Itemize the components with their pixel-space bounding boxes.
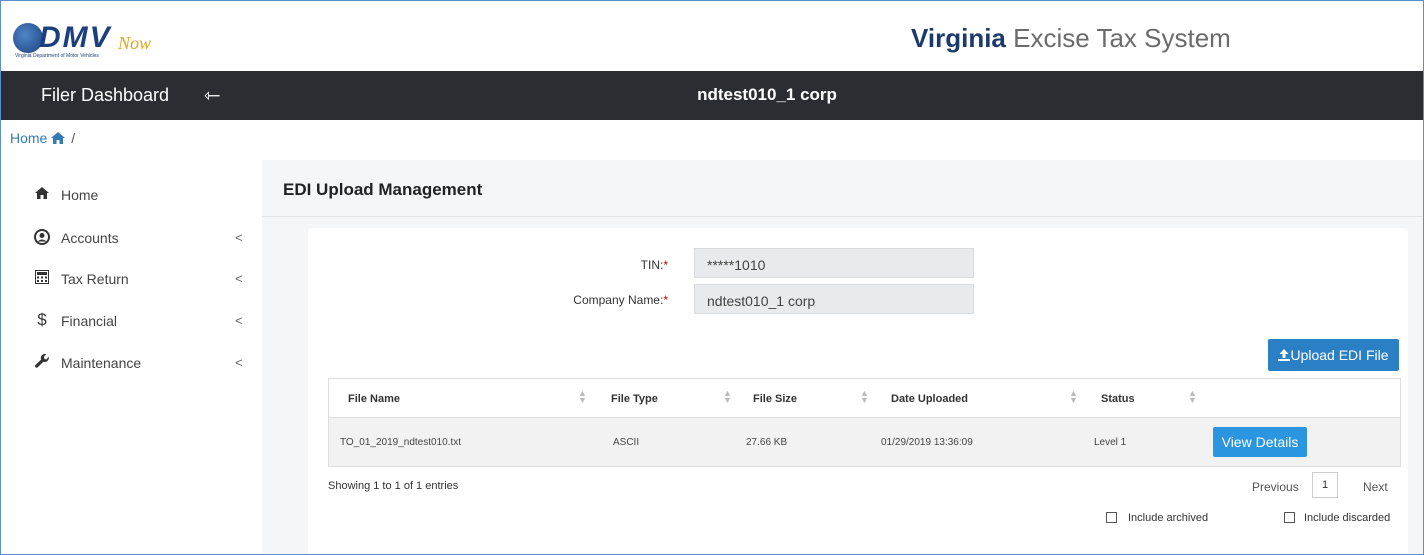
- sidebar-item-label: Accounts: [61, 230, 119, 246]
- sidebar-item-home[interactable]: Home: [1, 175, 261, 215]
- top-header: DMV Now Virginia Department of Motor Veh…: [1, 1, 1423, 71]
- company-name-label-text: Company Name:: [573, 293, 664, 307]
- breadcrumb: Home /: [10, 130, 75, 146]
- chevron-left-icon: <: [235, 230, 243, 245]
- dollar-icon: $: [37, 310, 47, 329]
- include-discarded-checkbox[interactable]: [1284, 512, 1295, 523]
- column-header-file-type[interactable]: File Type: [611, 393, 658, 405]
- company-name-header: ndtest010_1 corp: [697, 85, 837, 104]
- sort-icon[interactable]: ▲ ▼: [1069, 389, 1078, 405]
- column-header-file-name[interactable]: File Name: [348, 393, 400, 405]
- tin-label: TIN:*: [508, 258, 668, 272]
- cell-file-type: ASCII: [613, 437, 640, 448]
- sidebar-item-label: Tax Return: [61, 271, 129, 287]
- breadcrumb-home-label: Home: [10, 130, 48, 146]
- cell-status: Level 1: [1094, 437, 1127, 448]
- sort-icon[interactable]: ▲ ▼: [860, 389, 869, 405]
- logo-brand: DMV: [39, 21, 112, 54]
- cell-file-size: 27.66 KB: [746, 437, 788, 448]
- system-title-rest: Excise Tax System: [1013, 23, 1231, 53]
- chevron-left-icon: <: [235, 355, 243, 370]
- chevron-left-icon: <: [235, 313, 243, 328]
- title-divider: [262, 216, 1423, 217]
- include-discarded-label[interactable]: Include discarded: [1304, 512, 1390, 524]
- chevron-left-icon: <: [235, 271, 243, 286]
- upload-card: TIN:* *****1010 Company Name:* ndtest010…: [308, 228, 1408, 554]
- breadcrumb-home-link[interactable]: Home: [10, 130, 66, 146]
- include-archived-checkbox[interactable]: [1106, 512, 1117, 523]
- company-name-label: Company Name:*: [508, 293, 668, 307]
- app-window: DMV Now Virginia Department of Motor Veh…: [0, 0, 1424, 555]
- sidebar-item-financial[interactable]: $ Financial <: [1, 301, 261, 341]
- logo-subtitle: Virginia Department of Motor Vehicles: [15, 53, 99, 59]
- column-header-date-uploaded[interactable]: Date Uploaded: [891, 393, 968, 405]
- sort-icon[interactable]: ▲ ▼: [578, 389, 587, 405]
- sidebar-item-tax-return[interactable]: Tax Return <: [1, 259, 261, 299]
- table-row: TO_01_2019_ndtest010.txt ASCII 27.66 KB …: [329, 418, 1400, 466]
- view-details-button[interactable]: View Details: [1213, 427, 1307, 457]
- cell-file-name: TO_01_2019_ndtest010.txt: [340, 437, 462, 448]
- required-mark: *: [663, 258, 668, 272]
- tin-field: *****1010: [694, 248, 974, 278]
- sidebar-item-label: Home: [61, 187, 99, 203]
- sidebar-item-label: Maintenance: [61, 355, 142, 371]
- column-header-file-size[interactable]: File Size: [753, 393, 797, 405]
- wrench-icon: [33, 354, 51, 374]
- entries-info: Showing 1 to 1 of 1 entries: [328, 480, 459, 492]
- dashboard-bar: Filer Dashboard ⇽ ndtest010_1 corp: [1, 71, 1423, 120]
- sidebar-item-accounts[interactable]: Accounts <: [1, 218, 261, 258]
- dmv-now-logo[interactable]: DMV Now Virginia Department of Motor Veh…: [13, 19, 168, 59]
- user-circle-icon: [33, 229, 51, 249]
- upload-edi-file-button[interactable]: Upload EDI File: [1268, 339, 1399, 371]
- sidebar: Home Accounts < Tax Return < $ Financial…: [1, 161, 261, 554]
- pagination-previous[interactable]: Previous: [1252, 480, 1299, 494]
- system-title: Virginia Excise Tax System: [911, 23, 1231, 54]
- pagination-next[interactable]: Next: [1363, 480, 1388, 494]
- pagination-page-1[interactable]: 1: [1312, 472, 1338, 498]
- page-title: EDI Upload Management: [283, 180, 483, 199]
- sort-icon[interactable]: ▲ ▼: [723, 389, 732, 405]
- calculator-icon: [33, 270, 51, 288]
- sidebar-item-label: Financial: [61, 313, 118, 329]
- include-archived-label[interactable]: Include archived: [1128, 512, 1208, 524]
- home-icon: [51, 132, 66, 144]
- upload-button-label: Upload EDI File: [1290, 347, 1389, 363]
- cell-date-uploaded: 01/29/2019 13:36:09: [881, 437, 973, 448]
- column-header-status[interactable]: Status: [1101, 393, 1135, 405]
- home-icon: [33, 186, 51, 203]
- sidebar-item-maintenance[interactable]: Maintenance <: [1, 343, 261, 383]
- logo-now: Now: [118, 33, 152, 53]
- sort-icon[interactable]: ▲ ▼: [1188, 389, 1197, 405]
- breadcrumb-separator: /: [71, 130, 76, 146]
- required-mark: *: [663, 293, 668, 307]
- main-content: EDI Upload Management TIN:* *****1010 Co…: [262, 160, 1423, 554]
- system-title-bold: Virginia: [911, 23, 1006, 53]
- table-header: File Name ▲ ▼ File Type ▲ ▼ File Size ▲ ▼ D…: [329, 379, 1400, 418]
- tin-label-text: TIN:: [640, 258, 664, 272]
- company-name-field: ndtest010_1 corp: [694, 284, 974, 314]
- uploads-table: File Name ▲ ▼ File Type ▲ ▼ File Size ▲ ▼ D…: [328, 378, 1401, 467]
- upload-icon: [1278, 349, 1291, 361]
